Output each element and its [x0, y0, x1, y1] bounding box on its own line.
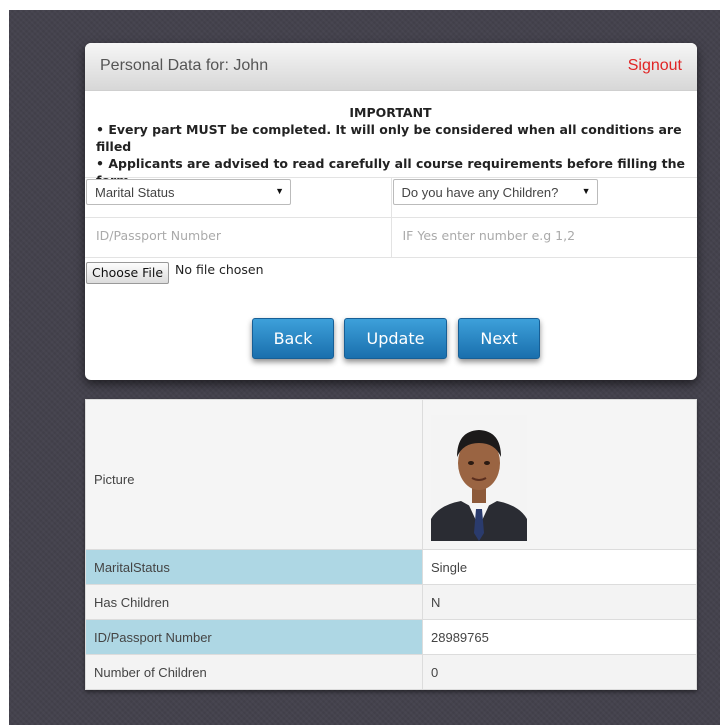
marital-status-select[interactable]: Marital Status ▼ [86, 179, 291, 205]
has-children-select[interactable]: Do you have any Children? ▼ [392, 179, 598, 205]
personal-data-summary-table: Picture MaritalStatus Single Has Childre… [85, 399, 697, 690]
children-cell: Do you have any Children? ▼ [390, 178, 698, 217]
table-row: Has Children N [85, 584, 697, 620]
row-value: 28989765 [422, 619, 697, 655]
applicant-photo [431, 414, 527, 541]
table-row: Number of Children 0 [85, 654, 697, 690]
back-button[interactable]: Back [252, 318, 334, 359]
table-row-picture: Picture [85, 399, 697, 550]
picture-cell [422, 399, 697, 550]
row-value: Single [422, 549, 697, 585]
children-count-cell: IF Yes enter number e.g 1,2 [390, 218, 698, 257]
row-value: N [422, 584, 697, 620]
notice-item-text: Every part MUST be completed. It will on… [96, 122, 682, 154]
table-row: ID/Passport Number 28989765 [85, 619, 697, 655]
notice-title: IMPORTANT [349, 105, 432, 120]
row-label: Number of Children [85, 654, 423, 690]
chevron-down-icon: ▼ [275, 186, 284, 196]
picture-label: Picture [85, 399, 423, 550]
row-value: 0 [422, 654, 697, 690]
marital-status-cell: Marital Status ▼ [85, 178, 391, 217]
page-title: Personal Data for: John [100, 57, 269, 74]
form-row-selects: Marital Status ▼ Do you have any Childre… [85, 177, 697, 217]
has-children-selected: Do you have any Children? [401, 185, 559, 200]
file-status: No file chosen [175, 262, 264, 277]
row-label: Has Children [85, 584, 423, 620]
signout-link[interactable]: Signout [628, 57, 682, 75]
table-row: MaritalStatus Single [85, 549, 697, 585]
important-notice: IMPORTANT • Every part MUST be completed… [85, 91, 697, 188]
children-count-input[interactable]: IF Yes enter number e.g 1,2 [403, 228, 576, 243]
personal-data-form-card: Personal Data for: John Signout IMPORTAN… [85, 43, 697, 380]
id-passport-cell: ID/Passport Number [85, 218, 391, 257]
file-upload-row: Choose File No file chosen [85, 257, 697, 308]
form-row-inputs: ID/Passport Number IF Yes enter number e… [85, 217, 697, 257]
chevron-down-icon: ▼ [581, 186, 591, 196]
marital-status-selected: Marital Status [95, 185, 175, 200]
choose-file-button[interactable]: Choose File [86, 262, 170, 284]
notice-item: • Every part MUST be completed. It will … [96, 122, 682, 154]
update-button[interactable]: Update [344, 318, 447, 359]
id-passport-input[interactable]: ID/Passport Number [96, 228, 221, 243]
row-label: ID/Passport Number [85, 619, 423, 655]
card-header: Personal Data for: John Signout [85, 43, 697, 91]
next-button[interactable]: Next [458, 318, 540, 359]
row-label: MaritalStatus [85, 549, 423, 585]
